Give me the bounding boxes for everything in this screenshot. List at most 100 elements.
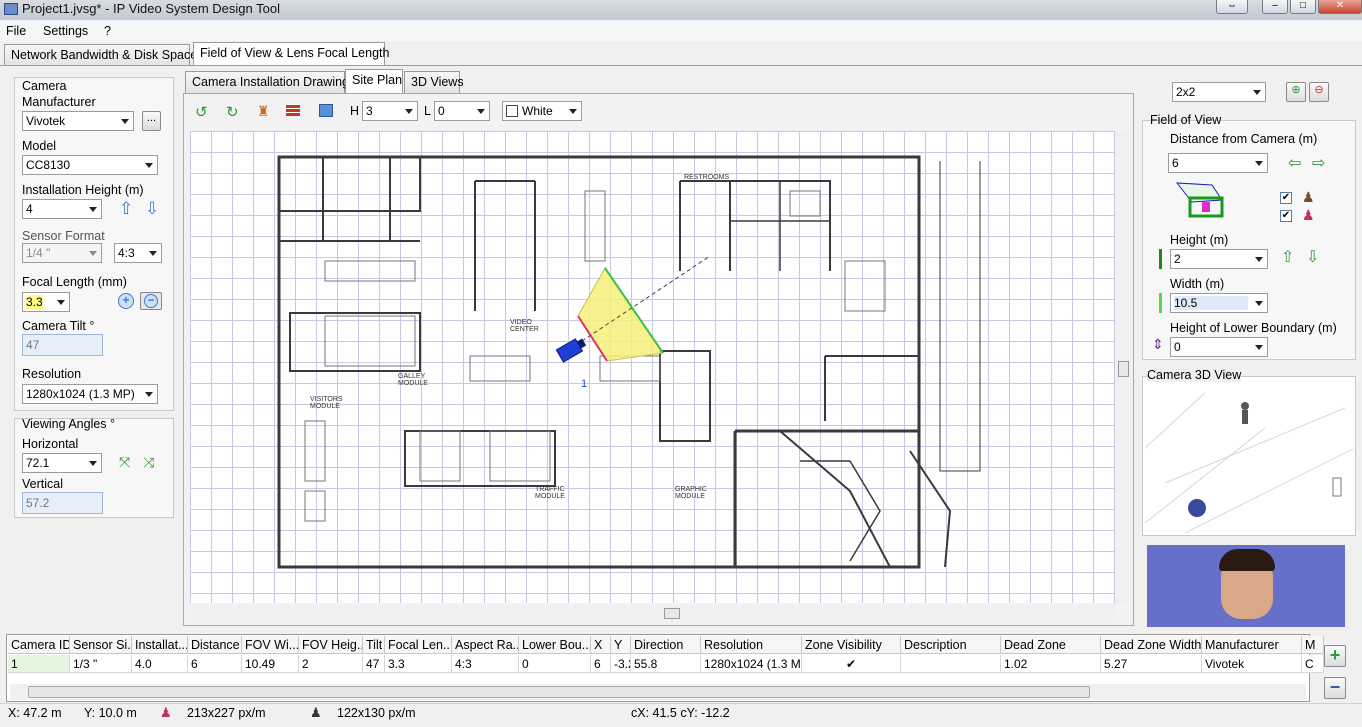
fov-cone[interactable] bbox=[577, 267, 664, 362]
table-header-cell[interactable]: Direction bbox=[631, 636, 701, 654]
focal-length-select[interactable]: 3.3 bbox=[22, 292, 70, 312]
table-header-cell[interactable]: Dead Zone Width bbox=[1101, 636, 1202, 654]
lower-boundary-select[interactable]: 0 bbox=[1170, 337, 1268, 357]
table-header-cell[interactable]: FOV Wi... bbox=[242, 636, 299, 654]
menu-settings[interactable]: Settings bbox=[43, 24, 88, 38]
tab-site-plan[interactable]: Site Plan bbox=[345, 69, 403, 93]
person-icon[interactable]: ♜ bbox=[257, 103, 270, 120]
table-cell[interactable]: 55.8 bbox=[631, 655, 701, 673]
sensor-format-select[interactable]: 1/4 " bbox=[22, 243, 102, 263]
canvas-hscroll-thumb[interactable] bbox=[664, 608, 680, 619]
table-cell[interactable]: ✔ bbox=[802, 655, 901, 673]
menu-file[interactable]: File bbox=[6, 24, 26, 38]
resolution-select[interactable]: 1280x1024 (1.3 MP) bbox=[22, 384, 158, 404]
fov-height-up-icon[interactable]: ⇧ bbox=[1281, 247, 1294, 267]
tab-field-of-view[interactable]: Field of View & Lens Focal Length bbox=[193, 42, 389, 66]
restore-icon[interactable]: ⇔ bbox=[1216, 0, 1248, 14]
layout-select[interactable]: 2x2 bbox=[1172, 82, 1266, 102]
table-cell[interactable]: 0 bbox=[519, 655, 591, 673]
table-cell[interactable] bbox=[901, 655, 1001, 673]
table-header-cell[interactable]: Camera ID bbox=[8, 636, 70, 654]
table-hscroll-thumb[interactable] bbox=[28, 686, 1090, 698]
manufacturer-select[interactable]: Vivotek bbox=[22, 111, 134, 131]
table-header-cell[interactable]: Resolution bbox=[701, 636, 802, 654]
table-header-cell[interactable]: Tilt bbox=[363, 636, 385, 654]
fov-width-select[interactable]: 10.5 bbox=[1170, 293, 1268, 313]
h-select[interactable]: 3 bbox=[362, 101, 418, 121]
zoom-fit-icon[interactable]: ⊕ bbox=[1286, 82, 1306, 102]
table-header-cell[interactable]: Dead Zone bbox=[1001, 636, 1101, 654]
horizontal-angle-select[interactable]: 72.1 bbox=[22, 453, 102, 473]
table-cell[interactable]: 4.0 bbox=[132, 655, 188, 673]
table-cell[interactable]: 1.02 bbox=[1001, 655, 1101, 673]
l-select[interactable]: 0 bbox=[434, 101, 490, 121]
camera-tilt-field[interactable]: 47 bbox=[22, 334, 103, 356]
fov-height-down-icon[interactable]: ⇩ bbox=[1306, 247, 1319, 267]
table-header-cell[interactable]: Lower Bou... bbox=[519, 636, 591, 654]
model-select[interactable]: CC8130 bbox=[22, 155, 158, 175]
color-select[interactable]: White bbox=[502, 101, 582, 121]
canvas-vscrollbar[interactable] bbox=[1115, 131, 1132, 603]
table-cell[interactable]: 1/3 " bbox=[70, 655, 132, 673]
table-cell[interactable]: 1280x1024 (1.3 MP bbox=[701, 655, 802, 673]
table-header-cell[interactable]: Focal Len... bbox=[385, 636, 452, 654]
table-cell[interactable]: -3.2 bbox=[611, 655, 631, 673]
minimize-button[interactable]: – bbox=[1262, 0, 1288, 14]
tab-network-bandwidth[interactable]: Network Bandwidth & Disk Space bbox=[4, 44, 197, 66]
table-cell[interactable]: 3.3 bbox=[385, 655, 452, 673]
rotate-left-icon[interactable]: ↺ bbox=[195, 103, 208, 121]
table-header-cell[interactable]: X bbox=[591, 636, 611, 654]
maximize-button[interactable]: □ bbox=[1290, 0, 1316, 14]
table-header-cell[interactable]: M bbox=[1302, 636, 1324, 654]
height-up-arrow-icon[interactable]: ⇧ bbox=[119, 199, 133, 219]
shrink-angle-icon[interactable]: ⤨ bbox=[143, 454, 154, 471]
table-cell[interactable]: 1 bbox=[8, 655, 70, 673]
remove-camera-button[interactable]: − bbox=[1324, 677, 1346, 699]
canvas-vscroll-thumb[interactable] bbox=[1118, 361, 1129, 377]
table-cell[interactable]: 5.27 bbox=[1101, 655, 1202, 673]
table-cell[interactable]: Vivotek bbox=[1202, 655, 1302, 673]
zoom-reset-icon[interactable]: ⊖ bbox=[1309, 82, 1329, 102]
table-cell[interactable]: 10.49 bbox=[242, 655, 299, 673]
table-hscrollbar[interactable] bbox=[10, 684, 1306, 700]
zoom-in-icon[interactable]: + bbox=[118, 293, 134, 309]
table-cell[interactable]: 6 bbox=[188, 655, 242, 673]
manufacturer-more-button[interactable]: ... bbox=[142, 111, 161, 131]
height-down-arrow-icon[interactable]: ⇩ bbox=[145, 199, 159, 219]
table-cell[interactable]: 4:3 bbox=[452, 655, 519, 673]
table-header-cell[interactable]: Distance bbox=[188, 636, 242, 654]
zoom-out-button[interactable]: − bbox=[140, 292, 162, 310]
rotate-right-icon[interactable]: ↻ bbox=[226, 103, 239, 121]
fov-height-select[interactable]: 2 bbox=[1170, 249, 1268, 269]
installation-height-select[interactable]: 4 bbox=[22, 199, 102, 219]
table-cell[interactable]: 47 bbox=[363, 655, 385, 673]
table-header-cell[interactable]: Installat... bbox=[132, 636, 188, 654]
arrow-left-icon[interactable]: ⇦ bbox=[1288, 153, 1301, 173]
table-cell[interactable]: 2 bbox=[299, 655, 363, 673]
table-header-cell[interactable]: Y bbox=[611, 636, 631, 654]
table-header-cell[interactable]: Zone Visibility bbox=[802, 636, 901, 654]
tab-camera-installation-drawing[interactable]: Camera Installation Drawing bbox=[185, 71, 349, 93]
table-header-cell[interactable]: Aspect Ra... bbox=[452, 636, 519, 654]
aspect-ratio-select[interactable]: 4:3 bbox=[114, 243, 162, 263]
distance-select[interactable]: 6 bbox=[1168, 153, 1268, 173]
table-cell[interactable]: 6 bbox=[591, 655, 611, 673]
arrow-right-icon[interactable]: ⇨ bbox=[1312, 153, 1325, 173]
add-camera-button[interactable]: + bbox=[1324, 645, 1346, 667]
table-header-cell[interactable]: FOV Heig... bbox=[299, 636, 363, 654]
camera-3d-scene[interactable] bbox=[1145, 388, 1353, 533]
vertical-angle-field[interactable]: 57.2 bbox=[22, 492, 103, 514]
table-header-cell[interactable]: Description bbox=[901, 636, 1001, 654]
tab-3d-views[interactable]: 3D Views bbox=[404, 71, 464, 93]
person-male-checkbox[interactable]: ✔ bbox=[1280, 192, 1292, 204]
person-female-checkbox[interactable]: ✔ bbox=[1280, 210, 1292, 222]
table-header-cell[interactable]: Manufacturer bbox=[1202, 636, 1302, 654]
menu-help[interactable]: ? bbox=[104, 24, 111, 38]
canvas-hscrollbar[interactable] bbox=[190, 605, 1115, 622]
expand-angle-icon[interactable]: ⤧ bbox=[119, 454, 130, 471]
site-plan-canvas[interactable]: RESTROOMS VIDEO CENTER GALLEY MODULE VIS… bbox=[190, 131, 1115, 603]
wall-icon[interactable] bbox=[286, 104, 300, 116]
close-button[interactable]: ✕ bbox=[1318, 0, 1362, 14]
table-header-cell[interactable]: Sensor Si... bbox=[70, 636, 132, 654]
table-cell[interactable]: C bbox=[1302, 655, 1324, 673]
